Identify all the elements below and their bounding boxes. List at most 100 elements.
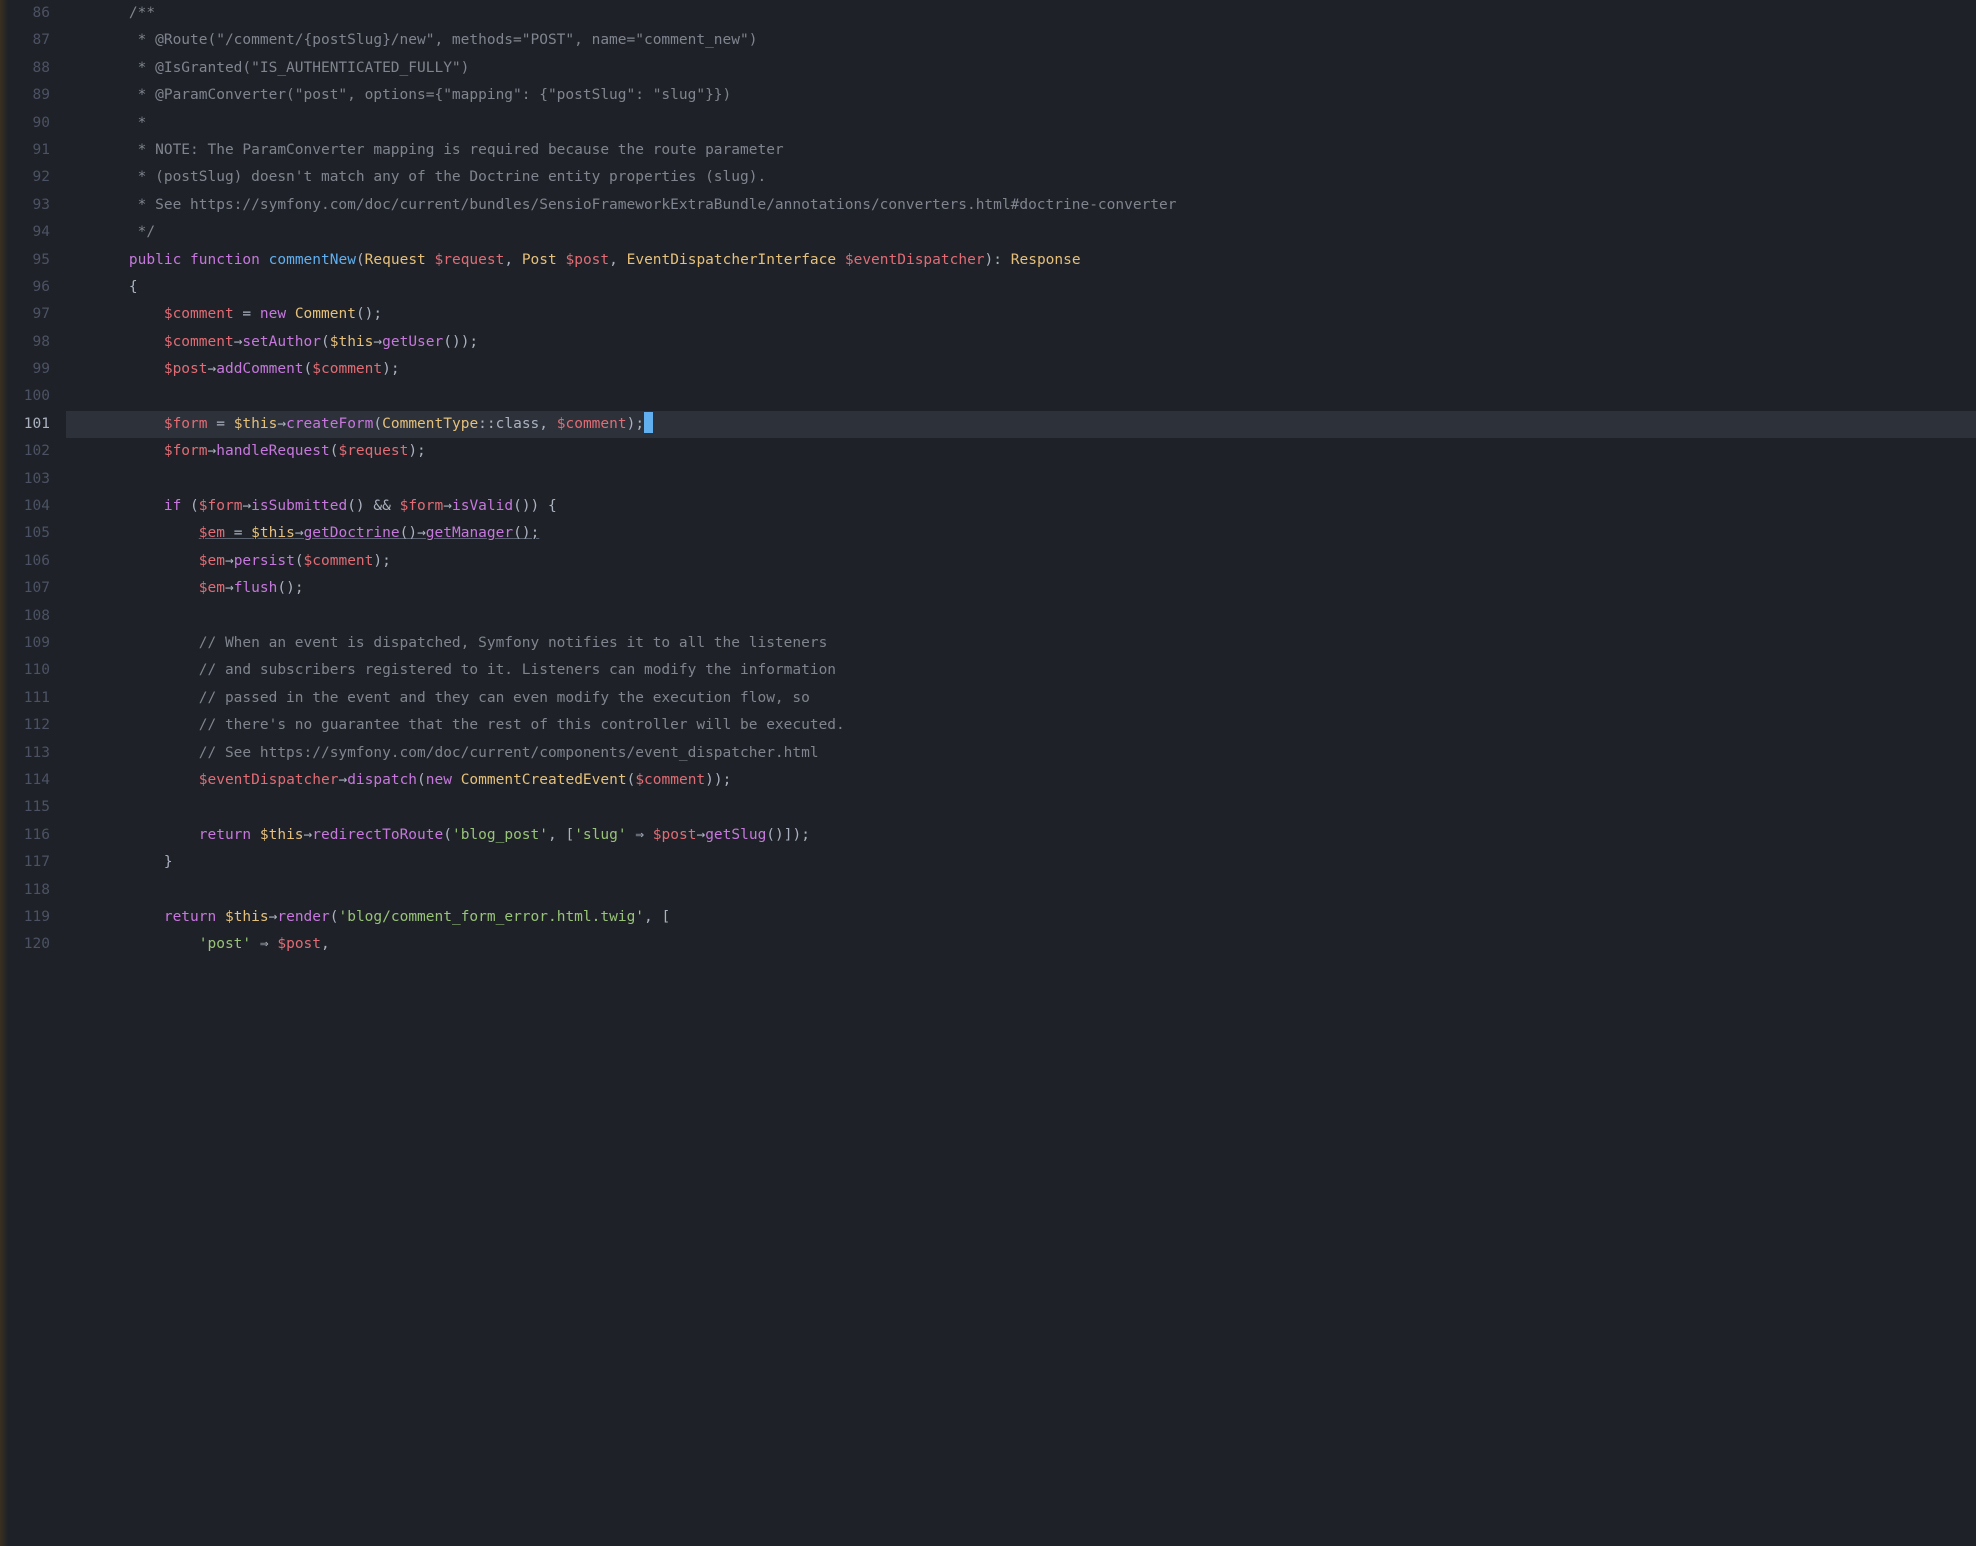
- code-line[interactable]: * @IsGranted("IS_AUTHENTICATED_FULLY"): [66, 55, 1976, 82]
- code-token: $em: [199, 525, 225, 541]
- line-number[interactable]: 111: [8, 685, 50, 712]
- line-number[interactable]: 87: [8, 27, 50, 54]
- code-token: () &&: [347, 498, 399, 514]
- code-line[interactable]: [66, 603, 1976, 630]
- code-line[interactable]: // there's no guarantee that the rest of…: [66, 712, 1976, 739]
- line-number[interactable]: 114: [8, 767, 50, 794]
- line-number[interactable]: 113: [8, 740, 50, 767]
- code-line[interactable]: {: [66, 274, 1976, 301]
- line-number[interactable]: 105: [8, 520, 50, 547]
- code-line[interactable]: * See https://symfony.com/doc/current/bu…: [66, 192, 1976, 219]
- line-number[interactable]: 115: [8, 794, 50, 821]
- code-token: ();: [513, 525, 539, 541]
- code-line[interactable]: // See https://symfony.com/doc/current/c…: [66, 740, 1976, 767]
- code-line[interactable]: $em→flush();: [66, 575, 1976, 602]
- code-line[interactable]: if ($form→isSubmitted() && $form→isValid…: [66, 493, 1976, 520]
- code-token: (: [181, 498, 198, 514]
- line-number[interactable]: 101: [8, 411, 50, 438]
- code-token: [94, 361, 164, 377]
- code-token: $request: [435, 252, 505, 268]
- code-token: ()]);: [766, 827, 810, 843]
- code-line[interactable]: $form→handleRequest($request);: [66, 438, 1976, 465]
- line-number[interactable]: 92: [8, 164, 50, 191]
- code-line[interactable]: // passed in the event and they can even…: [66, 685, 1976, 712]
- code-line[interactable]: * @ParamConverter("post", options={"mapp…: [66, 82, 1976, 109]
- line-number[interactable]: 98: [8, 329, 50, 356]
- code-token: [260, 252, 269, 268]
- code-token: $this: [234, 416, 278, 432]
- code-line[interactable]: $comment→setAuthor($this→getUser());: [66, 329, 1976, 356]
- code-line[interactable]: [66, 466, 1976, 493]
- code-line[interactable]: /**: [66, 0, 1976, 27]
- code-line[interactable]: return $this→render('blog/comment_form_e…: [66, 904, 1976, 931]
- line-number[interactable]: 95: [8, 247, 50, 274]
- code-line[interactable]: $form = $this→createForm(CommentType::cl…: [66, 411, 1976, 438]
- line-number[interactable]: 117: [8, 849, 50, 876]
- code-line[interactable]: [66, 794, 1976, 821]
- line-number[interactable]: 89: [8, 82, 50, 109]
- code-token: Response: [1011, 252, 1081, 268]
- line-number[interactable]: 97: [8, 301, 50, 328]
- code-line[interactable]: 'post' ⇒ $post,: [66, 931, 1976, 958]
- line-number[interactable]: 119: [8, 904, 50, 931]
- code-line[interactable]: * NOTE: The ParamConverter mapping is re…: [66, 137, 1976, 164]
- code-token: $this: [251, 525, 295, 541]
- line-number[interactable]: 112: [8, 712, 50, 739]
- code-line[interactable]: }: [66, 849, 1976, 876]
- code-token: (): [400, 525, 417, 541]
- code-token: if: [164, 498, 181, 514]
- code-token: $eventDispatcher: [845, 252, 985, 268]
- line-number[interactable]: 107: [8, 575, 50, 602]
- line-number[interactable]: 109: [8, 630, 50, 657]
- line-number[interactable]: 116: [8, 822, 50, 849]
- line-number[interactable]: 106: [8, 548, 50, 575]
- line-number[interactable]: 94: [8, 219, 50, 246]
- line-number[interactable]: 88: [8, 55, 50, 82]
- code-line[interactable]: *: [66, 110, 1976, 137]
- code-token: [94, 909, 164, 925]
- code-token: [94, 827, 199, 843]
- code-token: →: [225, 553, 234, 569]
- code-token: →: [277, 416, 286, 432]
- code-token: (: [304, 361, 313, 377]
- code-line[interactable]: * (postSlug) doesn't match any of the Do…: [66, 164, 1976, 191]
- line-number[interactable]: 103: [8, 466, 50, 493]
- line-number[interactable]: 91: [8, 137, 50, 164]
- line-number[interactable]: 86: [8, 0, 50, 27]
- code-editor[interactable]: 8687888990919293949596979899100101102103…: [0, 0, 1976, 1546]
- line-number[interactable]: 120: [8, 931, 50, 958]
- code-line[interactable]: $em = $this→getDoctrine()→getManager();: [66, 520, 1976, 547]
- code-token: $eventDispatcher: [199, 772, 339, 788]
- code-line[interactable]: $comment = new Comment();: [66, 301, 1976, 328]
- code-line[interactable]: // When an event is dispatched, Symfony …: [66, 630, 1976, 657]
- line-number[interactable]: 102: [8, 438, 50, 465]
- code-token: * See https://symfony.com/doc/current/bu…: [94, 197, 1177, 213]
- code-token: →: [242, 498, 251, 514]
- line-number[interactable]: 104: [8, 493, 50, 520]
- line-number[interactable]: 100: [8, 383, 50, 410]
- code-line[interactable]: * @Route("/comment/{postSlug}/new", meth…: [66, 27, 1976, 54]
- code-token: ();: [277, 580, 303, 596]
- code-line[interactable]: $eventDispatcher→dispatch(new CommentCre…: [66, 767, 1976, 794]
- code-token: render: [277, 909, 329, 925]
- code-line[interactable]: [66, 877, 1976, 904]
- line-number[interactable]: 118: [8, 877, 50, 904]
- line-number[interactable]: 96: [8, 274, 50, 301]
- line-number[interactable]: 99: [8, 356, 50, 383]
- code-text-area[interactable]: /** * @Route("/comment/{postSlug}/new", …: [66, 0, 1976, 1546]
- code-line[interactable]: // and subscribers registered to it. Lis…: [66, 657, 1976, 684]
- code-token: getUser: [382, 334, 443, 350]
- code-line[interactable]: $em→persist($comment);: [66, 548, 1976, 575]
- code-line[interactable]: $post→addComment($comment);: [66, 356, 1976, 383]
- code-token: [452, 772, 461, 788]
- code-line[interactable]: */: [66, 219, 1976, 246]
- code-token: ));: [705, 772, 731, 788]
- line-number[interactable]: 90: [8, 110, 50, 137]
- line-number-gutter[interactable]: 8687888990919293949596979899100101102103…: [8, 0, 66, 1546]
- code-line[interactable]: return $this→redirectToRoute('blog_post'…: [66, 822, 1976, 849]
- code-line[interactable]: [66, 383, 1976, 410]
- line-number[interactable]: 93: [8, 192, 50, 219]
- line-number[interactable]: 110: [8, 657, 50, 684]
- line-number[interactable]: 108: [8, 603, 50, 630]
- code-line[interactable]: public function commentNew(Request $requ…: [66, 247, 1976, 274]
